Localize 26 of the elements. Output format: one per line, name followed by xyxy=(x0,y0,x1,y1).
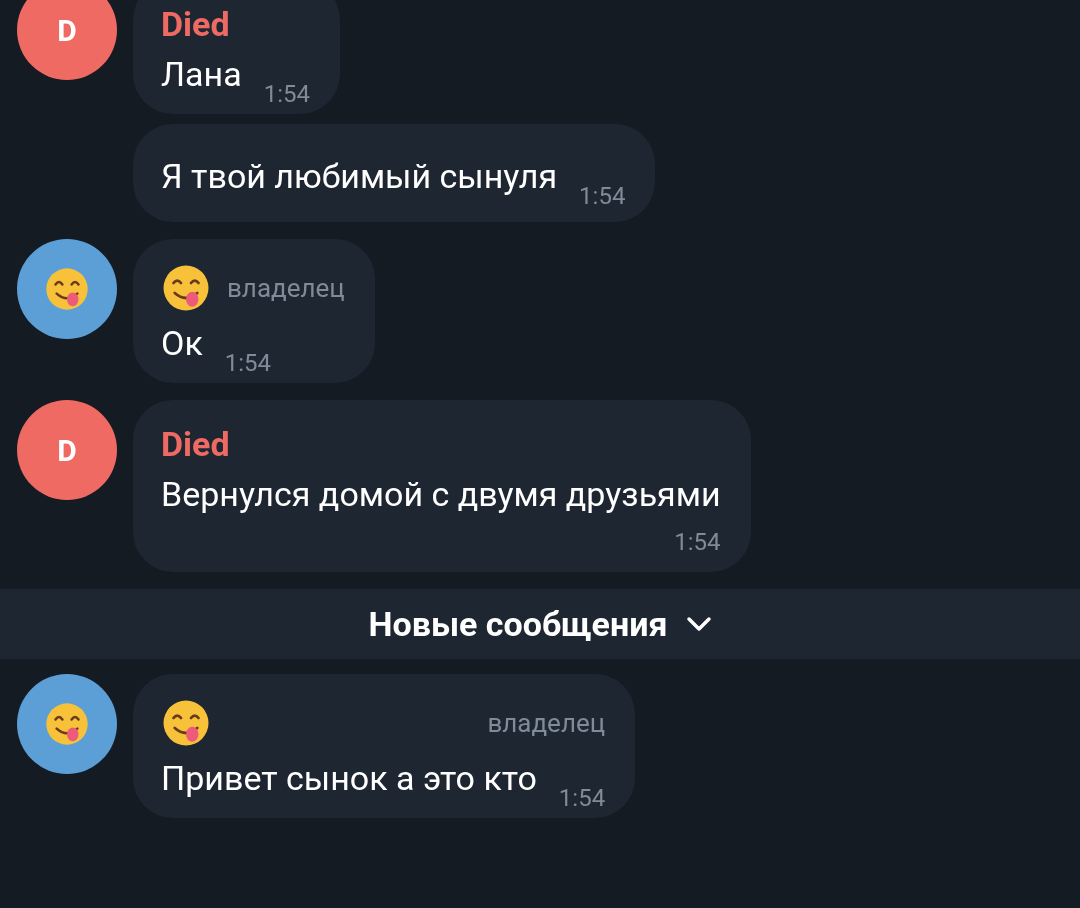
message-text: Я твой любимый сынуля xyxy=(161,155,558,198)
message-time: 1:54 xyxy=(558,784,606,812)
message-time: 1:54 xyxy=(224,349,272,377)
smiley-icon[interactable] xyxy=(161,263,211,313)
message-bubble[interactable]: владелец Ок 1:54 xyxy=(133,239,375,383)
message-bubble[interactable]: Я твой любимый сынуля 1:54 xyxy=(133,124,656,222)
smiley-icon xyxy=(44,701,90,747)
message-text: Привет сынок а это кто xyxy=(161,757,537,800)
sender-name[interactable]: Died xyxy=(161,4,230,44)
chevron-down-icon xyxy=(685,616,712,632)
message-time: 1:54 xyxy=(579,182,626,210)
new-messages-label: Новые сообщения xyxy=(368,604,668,644)
sender-name[interactable]: Died xyxy=(161,424,230,464)
message-time: 1:54 xyxy=(674,528,721,556)
smiley-icon xyxy=(44,266,90,312)
message-bubble[interactable]: владелец Привет сынок а это кто 1:54 xyxy=(133,674,636,818)
message-text: Лана xyxy=(161,53,242,96)
message-bubble[interactable]: Died Вернулся домой с двумя друзьями 1:54 xyxy=(133,400,751,572)
new-messages-bar[interactable]: Новые сообщения xyxy=(0,589,1080,659)
role-label: владелец xyxy=(227,273,345,303)
message-text: Вернулся домой с двумя друзьями xyxy=(161,473,721,516)
role-label: владелец xyxy=(487,708,606,738)
message-text: Ок xyxy=(161,322,203,365)
message-bubble[interactable]: Died Лана 1:54 xyxy=(133,0,340,114)
smiley-icon[interactable] xyxy=(161,698,211,748)
message-time: 1:54 xyxy=(263,80,310,108)
